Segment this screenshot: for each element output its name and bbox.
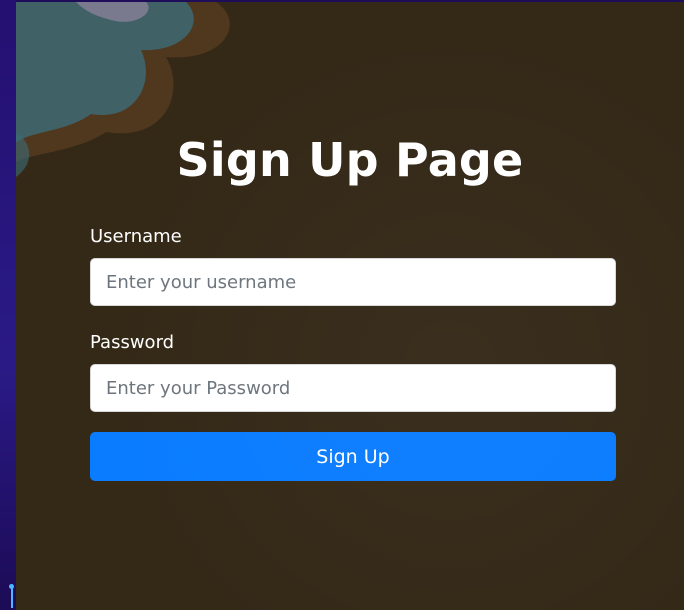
page-title: Sign Up Page <box>176 132 524 187</box>
password-label: Password <box>90 332 175 353</box>
username-label: Username <box>90 226 182 247</box>
password-group: Password <box>90 332 616 412</box>
side-indicator-stem <box>11 588 13 608</box>
sign-up-button[interactable]: Sign Up <box>90 432 616 481</box>
password-input[interactable] <box>90 364 616 412</box>
username-group: Username <box>90 226 616 306</box>
side-background <box>0 0 16 610</box>
signup-panel: Sign Up Page Username Password Sign Up <box>16 2 684 610</box>
username-input[interactable] <box>90 258 616 306</box>
signup-form: Username Password Sign Up <box>90 226 616 481</box>
